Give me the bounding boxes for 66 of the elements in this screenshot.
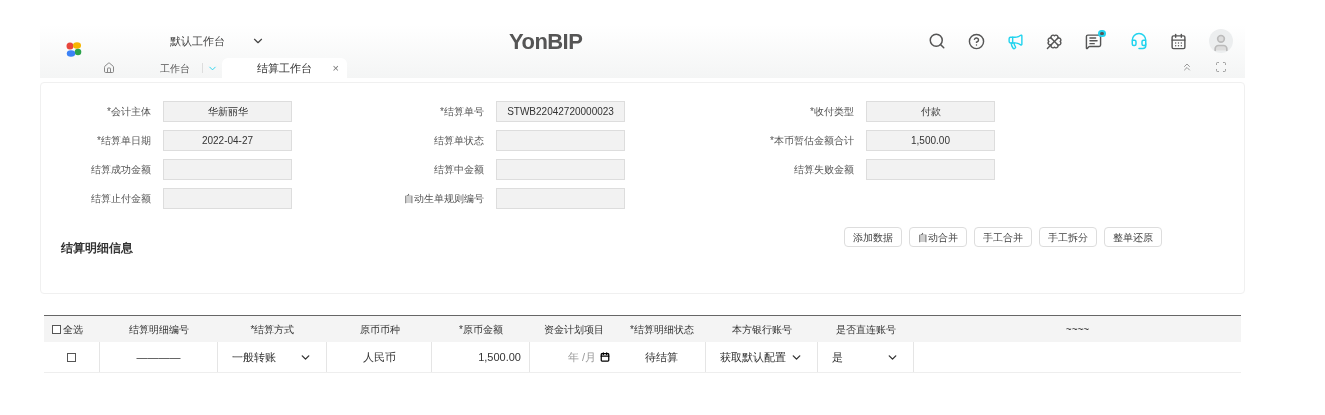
field-label: 结算中金额 xyxy=(433,163,484,177)
action-button[interactable]: 手工合并 xyxy=(974,227,1032,247)
search-icon[interactable] xyxy=(928,32,946,50)
column-header: 结算明细编号 xyxy=(129,322,189,337)
text-field[interactable] xyxy=(163,159,292,180)
field-label: *本币暂估金额合计 xyxy=(769,134,854,148)
logo-icon xyxy=(65,41,83,59)
clover-icon[interactable] xyxy=(1046,32,1063,50)
field-label: *结算单号 xyxy=(439,105,484,119)
megaphone-icon[interactable] xyxy=(1007,32,1024,50)
checkbox[interactable] xyxy=(67,352,76,362)
workspace-dropdown[interactable]: 默认工作台 xyxy=(170,32,265,50)
collapse-icon[interactable] xyxy=(1181,61,1193,73)
text-field[interactable] xyxy=(496,159,625,180)
field-label: *结算单日期 xyxy=(96,134,151,148)
column-header: 本方银行账号 xyxy=(732,322,792,337)
calendar-icon[interactable] xyxy=(1170,32,1187,50)
table-cell-text: 待结算 xyxy=(645,349,678,365)
amount-text: 1,500.00 xyxy=(478,349,521,365)
text-field[interactable] xyxy=(866,159,995,180)
table-cell-text: ———— xyxy=(136,349,181,365)
field-label: 结算单状态 xyxy=(433,134,484,148)
user-icon xyxy=(1211,33,1231,53)
select-dropdown[interactable]: 获取默认配置 xyxy=(706,348,817,366)
column-header: 是否直连账号 xyxy=(836,322,896,337)
column-header: 资金计划项目 xyxy=(544,322,604,337)
action-button[interactable]: 自动合并 xyxy=(909,227,967,247)
field-label: 自动生单规则编号 xyxy=(403,192,484,206)
field-label: *会计主体 xyxy=(106,105,151,119)
select-dropdown[interactable]: 是 xyxy=(818,348,913,366)
headset-icon[interactable] xyxy=(1130,32,1148,50)
brand-logo: YonBIP xyxy=(509,27,583,56)
select-dropdown[interactable]: 一般转账 xyxy=(218,348,326,366)
checkbox[interactable] xyxy=(52,324,61,334)
text-field[interactable] xyxy=(496,130,625,151)
field-label: 结算失败金额 xyxy=(793,163,854,177)
tab[interactable]: 工作台 xyxy=(160,58,202,78)
message-icon xyxy=(1085,32,1102,50)
text-field[interactable]: STWB22042720000023 xyxy=(496,101,625,122)
close-icon[interactable]: × xyxy=(332,59,339,77)
text-field[interactable] xyxy=(496,188,625,209)
section-title: 结算明细信息 xyxy=(61,240,133,257)
column-header: *结算方式 xyxy=(250,322,295,337)
field-label: 结算止付金额 xyxy=(90,192,151,206)
column-header: *结算明细状态 xyxy=(630,322,694,337)
field-label: 结算成功金额 xyxy=(90,163,151,177)
column-header: *原币金额 xyxy=(459,322,503,337)
calendar-icon xyxy=(600,352,610,362)
avatar[interactable] xyxy=(1209,29,1233,53)
text-field[interactable]: 付款 xyxy=(866,101,995,122)
home-icon[interactable] xyxy=(103,62,115,74)
text-field[interactable]: 2022-04-27 xyxy=(163,130,292,151)
action-button[interactable]: 手工拆分 xyxy=(1039,227,1097,247)
column-header: 全选 xyxy=(63,322,83,337)
text-field[interactable] xyxy=(163,188,292,209)
column-header: 原币币种 xyxy=(359,322,400,337)
field-label: *收付类型 xyxy=(809,105,854,119)
help-icon[interactable] xyxy=(968,32,985,50)
action-button[interactable]: 整单还原 xyxy=(1104,227,1162,247)
fullscreen-icon[interactable] xyxy=(1215,61,1227,73)
text-field[interactable]: 华新丽华 xyxy=(163,101,292,122)
tab[interactable]: 结算工作台 × xyxy=(222,58,347,78)
text-field[interactable]: 1,500.00 xyxy=(866,130,995,151)
table-cell-text: 人民币 xyxy=(362,349,396,365)
column-header: ~~~~ xyxy=(1065,322,1090,337)
action-button[interactable]: 添加数据 xyxy=(844,227,902,247)
